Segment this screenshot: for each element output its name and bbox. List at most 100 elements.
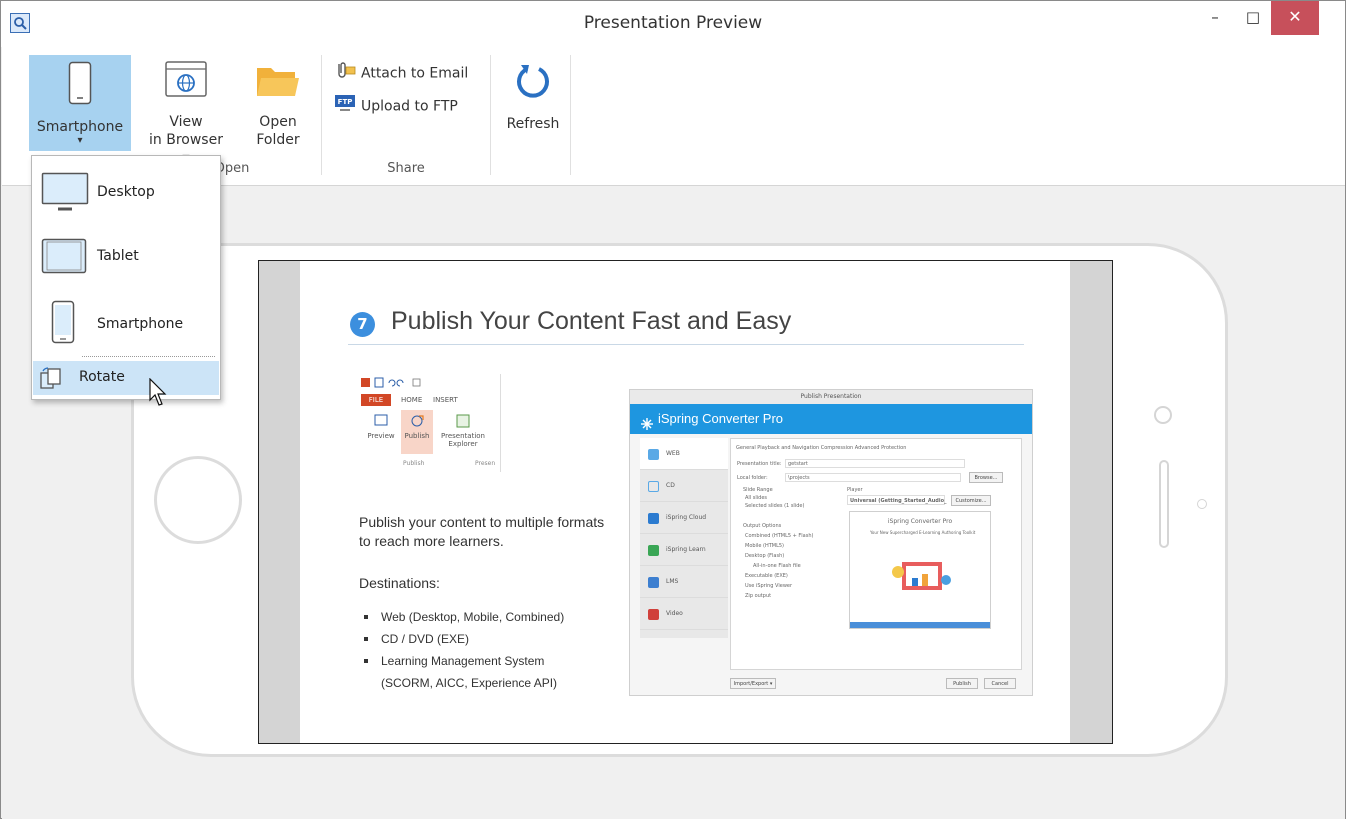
dialog-nav-item: Video (640, 598, 728, 630)
ribbon-separator (570, 55, 571, 175)
ribbon-screenshot-image: FILE HOME INSERT Preview Publish Present… (359, 374, 501, 472)
slide-number-badge: 7 (350, 312, 375, 337)
dialog-nav-video: Video (666, 610, 683, 617)
dialog-output-item: Desktop (Flash) (745, 553, 785, 559)
upload-to-ftp-label: Upload to FTP (361, 98, 458, 115)
mini-explorer-item: Presentation Explorer (441, 414, 485, 448)
dialog-body: General Playback and Navigation Compress… (730, 438, 1022, 670)
menu-item-smartphone-label: Smartphone (97, 316, 184, 332)
window-title: Presentation Preview (583, 13, 763, 33)
phone-home-button (154, 456, 242, 544)
slide-paragraph: Publish your content to multiple formats… (359, 514, 605, 549)
svg-text:FTP: FTP (338, 98, 353, 106)
learn-icon (648, 545, 659, 556)
dialog-nav-cloud: iSpring Cloud (666, 514, 707, 521)
dialog-output-options: Output Options (743, 523, 782, 529)
close-button[interactable]: ✕ (1271, 1, 1319, 35)
smartphone-icon (29, 61, 131, 110)
slide-title: Publish Your Content Fast and Easy (391, 307, 792, 335)
quick-access-icons (361, 377, 421, 389)
menu-item-tablet[interactable]: Tablet (33, 226, 219, 290)
dialog-player-select: Universal (Getting_Started_Audio_ (847, 495, 947, 505)
dialog-cancel-button: Cancel (984, 678, 1016, 689)
desktop-icon (41, 172, 89, 216)
menu-item-rotate[interactable]: Rotate (33, 361, 219, 395)
dialog-output-item: Executable (EXE) (745, 573, 788, 579)
menu-item-desktop-label: Desktop (97, 184, 155, 200)
ribbon-separator (490, 55, 491, 175)
dialog-folder-value: \projects (788, 475, 810, 481)
cd-icon (648, 481, 659, 492)
mini-publish-label: Publish (404, 432, 430, 440)
list-item: Web (Desktop, Mobile, Combined) (361, 606, 621, 628)
dialog-nav-learn: iSpring Learn (666, 546, 706, 553)
open-button-label: Open (259, 114, 297, 130)
dialog-title: Publish Presentation (630, 390, 1032, 404)
dialog-output-item: Use iSpring Viewer (745, 583, 793, 589)
dialog-nav-item: LMS (640, 566, 728, 598)
dialog-nav-cd: CD (666, 482, 675, 489)
mini-tab-home: HOME (401, 396, 423, 404)
phone-camera (1154, 406, 1172, 424)
list-item: CD / DVD (EXE) (361, 628, 621, 650)
dialog-player-preview: iSpring Converter Pro Your New Superchar… (849, 511, 991, 629)
mini-publish-group-label: Publish (403, 460, 425, 467)
smartphone-device-button[interactable]: Smartphone ▾ (29, 55, 131, 151)
maximize-button[interactable]: □ (1235, 1, 1271, 35)
dialog-browse-button: Browse... (969, 472, 1003, 483)
video-icon (648, 609, 659, 620)
list-item-continuation: (SCORM, AICC, Experience API) (381, 676, 558, 690)
dialog-folder-field: \projects (785, 473, 961, 482)
dialog-folder-label: Local folder: (737, 475, 768, 481)
rotate-icon (39, 367, 63, 393)
dialog-selected-slides: Selected slides (1 slide) (745, 503, 805, 509)
dialog-nav-item: iSpring Cloud (640, 502, 728, 534)
open-folder-button[interactable]: Open Folder (245, 57, 311, 149)
dialog-title-field: getstart (785, 459, 965, 468)
refresh-button[interactable]: Refresh (499, 57, 567, 149)
mini-presen-group-label: Presen (475, 460, 496, 467)
dialog-publish-button: Publish (946, 678, 978, 689)
minimize-button[interactable]: – (1197, 1, 1233, 35)
phone-speaker (1159, 460, 1169, 548)
mini-explorer-label: Presentation Explorer (441, 432, 485, 448)
smartphone-icon (51, 300, 75, 348)
upload-to-ftp-button[interactable]: FTP Upload to FTP (334, 93, 458, 115)
refresh-icon (499, 61, 567, 106)
dialog-output-item: Zip output (745, 593, 772, 599)
lms-icon (648, 577, 659, 588)
view-in-browser-button[interactable]: View in Browser ▾ (146, 57, 226, 166)
attach-to-email-label: Attach to Email (361, 65, 469, 82)
view-button-label: View (169, 114, 203, 130)
dialog-output-item: Combined (HTML5 + Flash) (745, 533, 814, 539)
menu-item-desktop[interactable]: Desktop (33, 158, 219, 224)
dialog-title-label: Presentation title: (737, 461, 782, 467)
app-window: Presentation Preview – □ ✕ Smartphone ▾ … (0, 0, 1346, 819)
mouse-cursor-icon (149, 377, 167, 412)
dialog-player-value: Universal (Getting_Started_Audio_ (850, 498, 947, 504)
chevron-down-icon: ▾ (77, 135, 83, 146)
mini-ribbon-tabs: FILE HOME INSERT (359, 394, 501, 406)
ftp-icon: FTP (334, 93, 356, 120)
mini-preview-label: Preview (367, 432, 395, 440)
attach-to-email-button[interactable]: Attach to Email (334, 61, 468, 83)
share-group-label: Share (387, 161, 425, 176)
refresh-button-label: Refresh (506, 116, 560, 132)
slide-title-underline (348, 344, 1024, 345)
mini-tab-insert: INSERT (433, 396, 458, 404)
folder-button-label: Folder (256, 132, 300, 148)
dialog-preview-playbar (850, 622, 990, 628)
dialog-nav-item: iSpring Learn (640, 534, 728, 566)
tablet-icon (41, 238, 87, 278)
browser-globe-icon (146, 60, 226, 105)
menu-item-smartphone[interactable]: Smartphone (33, 292, 219, 354)
cloud-icon (648, 513, 659, 524)
destinations-heading: Destinations: (359, 575, 440, 591)
device-dropdown-menu: Desktop Tablet Smartphone Rotate (31, 155, 221, 400)
dialog-customize-button: Customize... (951, 495, 991, 506)
dialog-title-value: getstart (788, 461, 808, 467)
menu-item-rotate-label: Rotate (79, 369, 125, 385)
ribbon-separator (321, 55, 322, 175)
destinations-list: Web (Desktop, Mobile, Combined) CD / DVD… (361, 606, 621, 694)
publish-dialog-screenshot: Publish Presentation iSpring Converter P… (629, 389, 1033, 696)
